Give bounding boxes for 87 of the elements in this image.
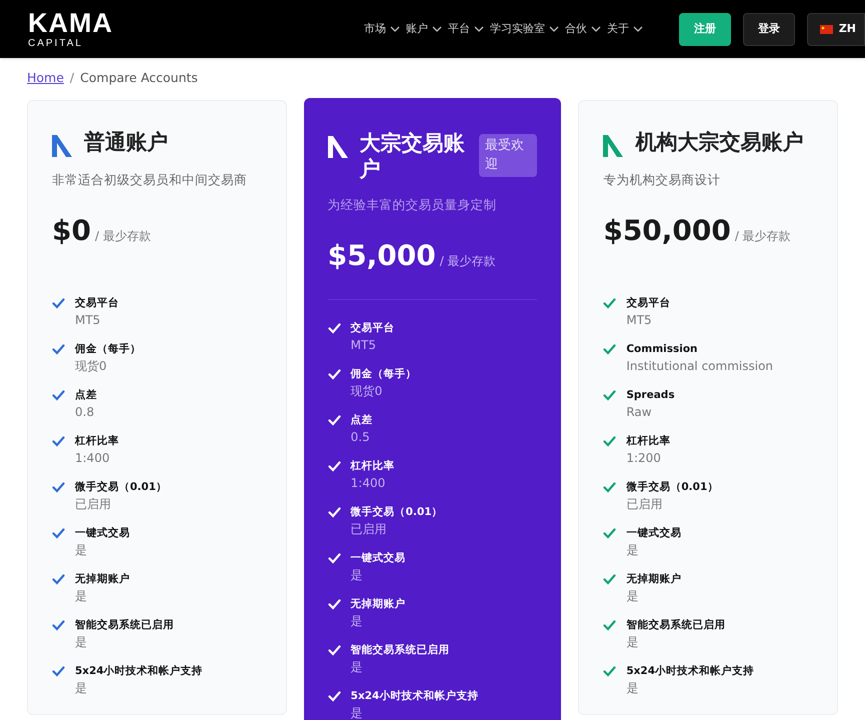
feature-label: 交易平台 xyxy=(350,320,395,336)
feature-label: 微手交易（0.01） xyxy=(626,480,718,494)
feature-label: 5x24小时技术和帐户支持 xyxy=(75,664,203,678)
feature-value: 现货0 xyxy=(75,358,108,374)
feature-value: 已启用 xyxy=(350,520,388,538)
account-subtitle: 专为机构交易商设计 xyxy=(603,170,722,189)
feature-value: 是 xyxy=(626,680,640,696)
price-note: / 最少存款 xyxy=(734,228,791,244)
feature-label: 无掉期账户 xyxy=(626,572,682,586)
feature-value: 1:400 xyxy=(75,450,111,466)
nav-menu-item[interactable]: 平台 xyxy=(448,20,484,38)
feature-label: 智能交易系统已启用 xyxy=(350,642,450,658)
feature-value: 是 xyxy=(75,542,88,558)
feature-value: 现货0 xyxy=(350,382,384,400)
feature-value: 是 xyxy=(626,634,640,650)
breadcrumb-link[interactable]: Home xyxy=(27,69,64,88)
feature-label: 交易平台 xyxy=(626,296,670,310)
nav-menu-item[interactable]: 账户 xyxy=(406,20,442,38)
logo-tagline: CAPITAL xyxy=(28,38,84,48)
feature-value: 是 xyxy=(626,588,640,604)
feature-value: MT5 xyxy=(350,336,377,354)
feature-value: 1:200 xyxy=(626,450,662,466)
nav-menu-item[interactable]: 合伙 xyxy=(564,20,601,38)
feature-label: 一键式交易 xyxy=(350,550,406,566)
chevron-down-icon xyxy=(590,26,601,32)
feature-value: 是 xyxy=(350,658,364,676)
feature-label: 佣金（每手） xyxy=(75,342,141,356)
logo-wordmark[interactable]: KAMA xyxy=(28,10,113,36)
feature-value: Institutional commission xyxy=(626,358,774,374)
feature-label: 微手交易（0.01） xyxy=(75,480,167,494)
chevron-down-icon xyxy=(632,26,643,32)
feature-label: 点差 xyxy=(75,388,97,402)
feature-label: 无掉期账户 xyxy=(75,572,130,586)
feature-value: 已启用 xyxy=(75,496,112,512)
nav-menu-item[interactable]: 关于 xyxy=(606,20,643,38)
chevron-down-icon xyxy=(432,26,442,32)
nav-menu-item[interactable]: 学习实验室 xyxy=(490,20,559,38)
breadcrumb-separator: / xyxy=(70,69,74,87)
feature-label: 交易平台 xyxy=(75,296,119,310)
feature-label: 杠杆比率 xyxy=(75,434,119,448)
feature-value: 是 xyxy=(350,704,364,720)
chevron-down-icon xyxy=(548,26,559,32)
feature-label: Spreads xyxy=(626,388,675,402)
feature-label: 杠杆比率 xyxy=(626,434,670,448)
popular-badge: 最受欢迎 xyxy=(478,134,538,177)
feature-label: 佣金（每手） xyxy=(350,366,417,382)
feature-label: 5x24小时技术和帐户支持 xyxy=(350,688,478,704)
account-title: 大宗交易账户 xyxy=(360,130,466,182)
feature-label: 5x24小时技术和帐户支持 xyxy=(626,664,754,678)
feature-label: 杠杆比率 xyxy=(350,458,395,474)
feature-value: MT5 xyxy=(626,312,653,328)
chevron-down-icon xyxy=(474,26,484,32)
account-title: 普通账户 xyxy=(84,128,168,155)
feature-label: 微手交易（0.01） xyxy=(350,504,443,520)
breadcrumb-current: Compare Accounts xyxy=(80,69,198,87)
feature-value: 是 xyxy=(75,634,88,650)
price-note: / 最少存款 xyxy=(94,228,151,244)
price: $0 xyxy=(52,212,91,248)
feature-label: 点差 xyxy=(350,412,373,428)
feature-label: 智能交易系统已启用 xyxy=(626,618,726,632)
language-button[interactable]: ZH xyxy=(806,12,865,46)
feature-value: 是 xyxy=(350,566,364,584)
account-subtitle: 非常适合初级交易员和中间交易商 xyxy=(52,170,248,189)
login-button[interactable]: 登录 xyxy=(742,12,795,46)
price-note: / 最少存款 xyxy=(440,252,496,270)
feature-value: 是 xyxy=(350,612,364,630)
price: $50,000 xyxy=(603,212,731,248)
flag-icon xyxy=(820,24,833,34)
account-title: 机构大宗交易账户 xyxy=(635,128,804,155)
feature-value: 是 xyxy=(626,542,640,558)
feature-value: 0.5 xyxy=(350,428,371,446)
price: $5,000 xyxy=(328,238,436,274)
feature-label: 智能交易系统已启用 xyxy=(75,618,174,632)
feature-value: 是 xyxy=(75,680,88,696)
feature-value: 0.8 xyxy=(75,404,96,420)
feature-value: MT5 xyxy=(75,312,102,328)
feature-value: 是 xyxy=(75,588,88,604)
feature-value: 已启用 xyxy=(626,496,664,512)
feature-label: 一键式交易 xyxy=(75,526,130,540)
nav-menu-item[interactable]: 市场 xyxy=(364,20,400,38)
chevron-down-icon xyxy=(390,26,400,32)
feature-value: 1:400 xyxy=(350,474,386,492)
feature-value: Raw xyxy=(626,404,653,420)
feature-label: 一键式交易 xyxy=(626,526,682,540)
feature-label: 无掉期账户 xyxy=(350,596,406,612)
account-subtitle: 为经验丰富的交易员量身定制 xyxy=(328,196,498,214)
feature-label: Commission xyxy=(626,342,699,356)
